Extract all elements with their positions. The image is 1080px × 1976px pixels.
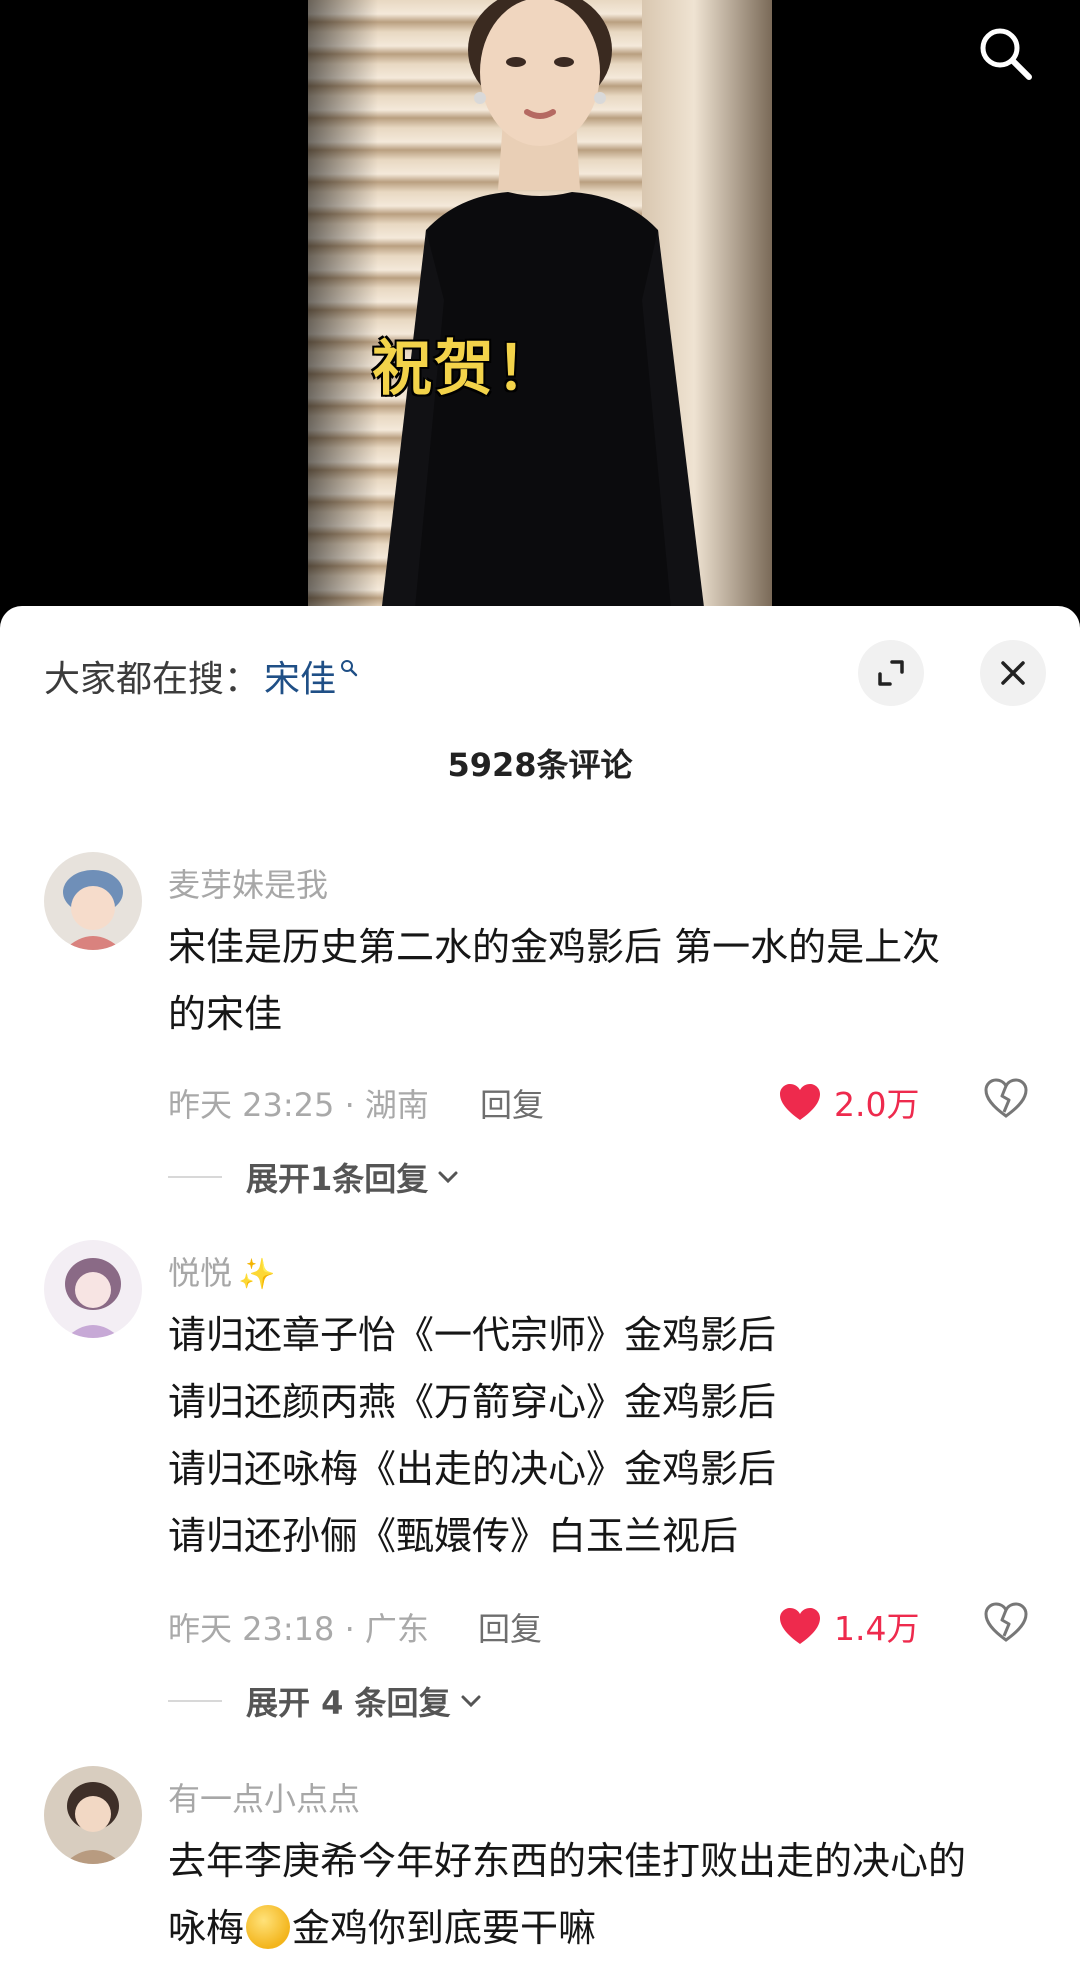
heart-icon bbox=[780, 1084, 820, 1120]
sheet-header: 大家都在搜： 宋佳 bbox=[0, 606, 1080, 706]
like-count: 1.4万 bbox=[834, 1609, 920, 1648]
expand-icon bbox=[878, 660, 904, 686]
expand-button[interactable] bbox=[858, 640, 924, 706]
avatar[interactable] bbox=[44, 1240, 142, 1338]
heart-icon bbox=[780, 1608, 820, 1644]
comment-text: 去年李庚希今年好东西的宋佳打败出走的决心的 咏梅 金鸡你到底要干嘛 bbox=[168, 1839, 967, 1950]
chevron-down-icon bbox=[461, 1695, 481, 1708]
hot-search-label: 大家都在搜： bbox=[44, 659, 261, 700]
reply-button[interactable]: 回复 bbox=[480, 1080, 544, 1126]
comment-text: 请归还章子怡《一代宗师》金鸡影后 请归还颜丙燕《万箭穿心》金鸡影后 请归还咏梅《… bbox=[168, 1313, 777, 1558]
dislike-button[interactable] bbox=[984, 1078, 1028, 1122]
comment-count: 5928条评论 bbox=[447, 746, 633, 784]
screen: 祝贺！ 大家都在搜： 宋佳 5928条评论 麦芽妹是我 宋佳是历史第二水的金鸡影… bbox=[0, 0, 1080, 1976]
video-overlay-caption: 祝贺！ bbox=[372, 334, 558, 404]
expand-replies-label: 展开1条回复 bbox=[246, 1160, 429, 1198]
sparkle-icon: ✨ bbox=[238, 1257, 276, 1292]
like-button[interactable]: 1.4万 bbox=[778, 1602, 919, 1650]
avatar[interactable] bbox=[44, 1766, 142, 1864]
comment-time-location: 昨天 23:25 · 湖南 bbox=[168, 1086, 429, 1124]
comment-time-location: 昨天 23:18 · 广东 bbox=[168, 1610, 429, 1648]
like-button[interactable]: 2.0万 bbox=[778, 1078, 919, 1126]
search-button[interactable] bbox=[970, 18, 1040, 88]
search-icon bbox=[341, 660, 358, 677]
comment-username[interactable]: 有一点小点点 bbox=[168, 1774, 360, 1820]
broken-heart-icon bbox=[984, 1078, 1028, 1118]
video-player[interactable]: 祝贺！ bbox=[0, 0, 1080, 640]
hot-search-bar[interactable]: 大家都在搜： 宋佳 bbox=[44, 650, 358, 702]
comments-sheet: 大家都在搜： 宋佳 5928条评论 麦芽妹是我 宋佳是历史第二水的金鸡影后 第一… bbox=[0, 606, 1080, 1976]
facepalm-emoji bbox=[246, 1905, 291, 1949]
comment-text: 宋佳是历史第二水的金鸡影后 第一水的是上次 的宋佳 bbox=[168, 925, 941, 1036]
expand-replies-label: 展开 4 条回复 bbox=[246, 1684, 451, 1722]
expand-replies-button[interactable]: 展开 4 条回复 bbox=[168, 1678, 483, 1724]
broken-heart-icon bbox=[984, 1602, 1028, 1642]
avatar[interactable] bbox=[44, 852, 142, 950]
like-count: 2.0万 bbox=[834, 1085, 920, 1124]
chevron-down-icon bbox=[438, 1171, 458, 1184]
expand-replies-button[interactable]: 展开1条回复 bbox=[168, 1154, 460, 1200]
close-button[interactable] bbox=[980, 640, 1046, 706]
hot-search-term[interactable]: 宋佳 bbox=[264, 650, 336, 702]
comment-username[interactable]: 麦芽妹是我 bbox=[168, 860, 328, 906]
comment-username[interactable]: 悦悦 ✨ bbox=[168, 1248, 275, 1294]
search-icon bbox=[980, 28, 1032, 80]
dislike-button[interactable] bbox=[984, 1602, 1028, 1646]
reply-button[interactable]: 回复 bbox=[478, 1604, 542, 1650]
close-icon bbox=[1001, 661, 1025, 685]
